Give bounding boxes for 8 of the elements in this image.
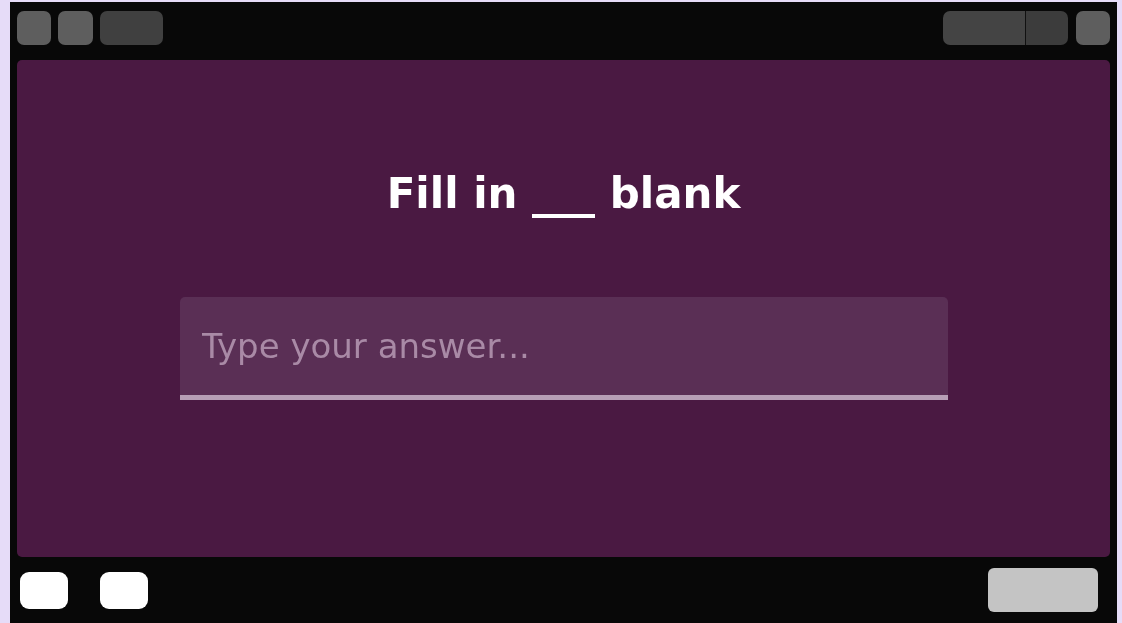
- question-text: Fill in ___ blank: [386, 168, 741, 220]
- toolbar-button[interactable]: [17, 11, 51, 45]
- footer-button[interactable]: [20, 571, 68, 609]
- answer-box[interactable]: Type your answer...: [179, 297, 948, 400]
- toolbar-button[interactable]: [1076, 11, 1110, 45]
- toolbar-button[interactable]: [943, 11, 1026, 45]
- toolbar-button[interactable]: [58, 11, 93, 45]
- footer-button[interactable]: [100, 571, 148, 609]
